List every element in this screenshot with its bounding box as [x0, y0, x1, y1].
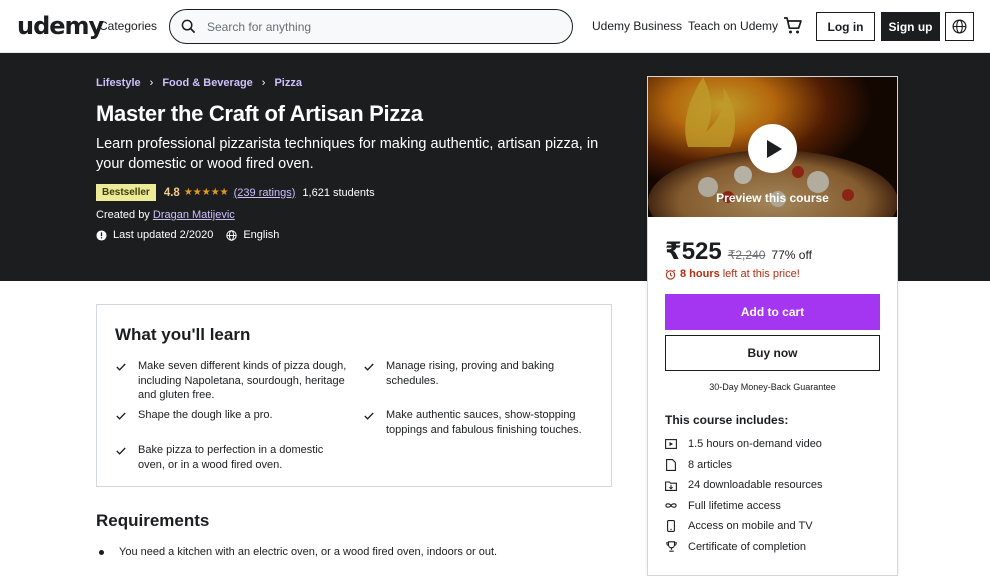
includes-list: 1.5 hours on-demand video 8 articles 24 …	[665, 434, 823, 557]
list-item: Make authentic sauces, show-stopping top…	[364, 408, 594, 437]
language-text: English	[243, 229, 280, 241]
udemy-business-link[interactable]: Udemy Business	[592, 19, 682, 33]
money-back-guarantee: 30-Day Money-Back Guarantee	[709, 382, 836, 392]
what-youll-learn-box: What you'll learn Make seven different k…	[96, 304, 612, 487]
include-text: Access on mobile and TV	[688, 520, 813, 533]
include-text: 24 downloadable resources	[688, 479, 823, 492]
list-item: 8 articles	[665, 455, 823, 476]
learn-item-text: Shape the dough like a pro.	[138, 409, 273, 421]
last-updated: Last updated 2/2020	[96, 229, 213, 241]
course-meta: Last updated 2/2020 English	[96, 229, 292, 241]
timer-text: left at this price!	[722, 268, 800, 280]
video-icon	[665, 438, 677, 450]
breadcrumb-food-beverage[interactable]: Food & Beverage	[162, 77, 252, 89]
chevron-right-icon: ›	[149, 77, 154, 89]
infinity-icon	[665, 500, 677, 512]
chevron-right-icon: ›	[261, 77, 266, 89]
buy-now-button[interactable]: Buy now	[665, 335, 880, 371]
learn-item-text: Make seven different kinds of pizza doug…	[138, 360, 347, 401]
breadcrumb-lifestyle[interactable]: Lifestyle	[96, 77, 141, 89]
preview-label: Preview this course	[716, 191, 829, 205]
students-count: 1,621 students	[302, 186, 375, 199]
trophy-icon	[665, 541, 677, 553]
course-title: Master the Craft of Artisan Pizza	[96, 101, 423, 126]
include-text: Full lifetime access	[688, 499, 781, 512]
learn-item-text: Make authentic sauces, show-stopping top…	[386, 409, 582, 436]
course-subtitle: Learn professional pizzarista techniques…	[96, 136, 599, 172]
top-header: udemy Categories Udemy Business Teach on…	[0, 0, 990, 53]
teach-on-udemy-link[interactable]: Teach on Udemy	[688, 19, 778, 33]
list-item: Full lifetime access	[665, 496, 823, 517]
mobile-icon	[665, 520, 677, 533]
course-preview-video[interactable]: Preview this course	[648, 77, 897, 217]
includes-title: This course includes:	[665, 413, 789, 427]
author-link[interactable]: Dragan Matijevic	[153, 209, 235, 221]
rating-row: Bestseller 4.8 ★★★★★ (239 ratings) 1,621…	[96, 184, 375, 201]
original-price: ₹2,240	[727, 248, 766, 262]
globe-icon	[226, 229, 238, 241]
timer-hours: 8 hours	[680, 268, 720, 280]
price-timer: 8 hours left at this price!	[665, 268, 800, 280]
learn-item-text: Bake pizza to perfection in a domestic o…	[138, 444, 324, 471]
check-icon	[116, 359, 126, 403]
cart-icon[interactable]	[783, 16, 803, 36]
include-text: 8 articles	[688, 458, 733, 471]
rating-value: 4.8	[163, 186, 180, 199]
include-text: Certificate of completion	[688, 540, 806, 553]
breadcrumb: Lifestyle › Food & Beverage › Pizza	[96, 77, 302, 89]
check-icon	[116, 408, 126, 425]
list-item: Bake pizza to perfection in a domestic o…	[116, 443, 351, 472]
list-item: 1.5 hours on-demand video	[665, 434, 823, 455]
current-price: ₹525	[665, 238, 722, 265]
play-button[interactable]	[748, 124, 797, 173]
check-icon	[116, 443, 126, 472]
bestseller-badge: Bestseller	[96, 184, 156, 201]
categories-link[interactable]: Categories	[99, 19, 157, 33]
search-icon[interactable]	[181, 19, 196, 34]
udemy-logo[interactable]: udemy	[17, 12, 104, 40]
requirement-text: You need a kitchen with an electric oven…	[119, 546, 498, 558]
list-item: Access on mobile and TV	[665, 516, 823, 537]
list-item: Certificate of completion	[665, 537, 823, 558]
breadcrumb-pizza[interactable]: Pizza	[274, 77, 302, 89]
alert-badge-icon	[96, 229, 107, 241]
list-item: Shape the dough like a pro.	[116, 408, 351, 425]
star-rating-icon: ★★★★★	[183, 187, 229, 198]
list-item: Make seven different kinds of pizza doug…	[116, 359, 351, 403]
logo-text: udemy	[17, 12, 104, 40]
created-by: Created by Dragan Matijevic	[96, 209, 235, 221]
login-button[interactable]: Log in	[816, 12, 875, 41]
ratings-count-link[interactable]: (239 ratings)	[234, 187, 296, 199]
price-row: ₹525 ₹2,240 77% off	[665, 237, 812, 266]
alarm-clock-icon	[665, 269, 676, 280]
search-bar[interactable]	[169, 9, 573, 44]
list-item: Manage rising, proving and baking schedu…	[364, 359, 594, 388]
purchase-card: Preview this course ₹525 ₹2,240 77% off …	[647, 76, 898, 576]
discount-percent: 77% off	[771, 248, 812, 262]
language-button[interactable]	[945, 12, 974, 41]
bullet-icon	[99, 549, 104, 555]
check-icon	[364, 359, 374, 388]
search-input[interactable]	[207, 17, 562, 37]
requirements-title: Requirements	[96, 511, 210, 530]
signup-button[interactable]: Sign up	[881, 12, 940, 41]
globe-icon	[952, 19, 967, 34]
course-language: English	[226, 229, 279, 241]
add-to-cart-button[interactable]: Add to cart	[665, 294, 880, 330]
learn-title: What you'll learn	[115, 325, 251, 344]
list-item: 24 downloadable resources	[665, 475, 823, 496]
play-icon	[767, 139, 782, 158]
created-by-label: Created by	[96, 209, 150, 221]
learn-item-text: Manage rising, proving and baking schedu…	[386, 360, 555, 387]
last-updated-text: Last updated 2/2020	[113, 229, 214, 241]
download-icon	[665, 479, 677, 491]
article-icon	[665, 458, 677, 471]
list-item: You need a kitchen with an electric oven…	[99, 546, 497, 558]
check-icon	[364, 408, 374, 437]
include-text: 1.5 hours on-demand video	[688, 438, 822, 451]
